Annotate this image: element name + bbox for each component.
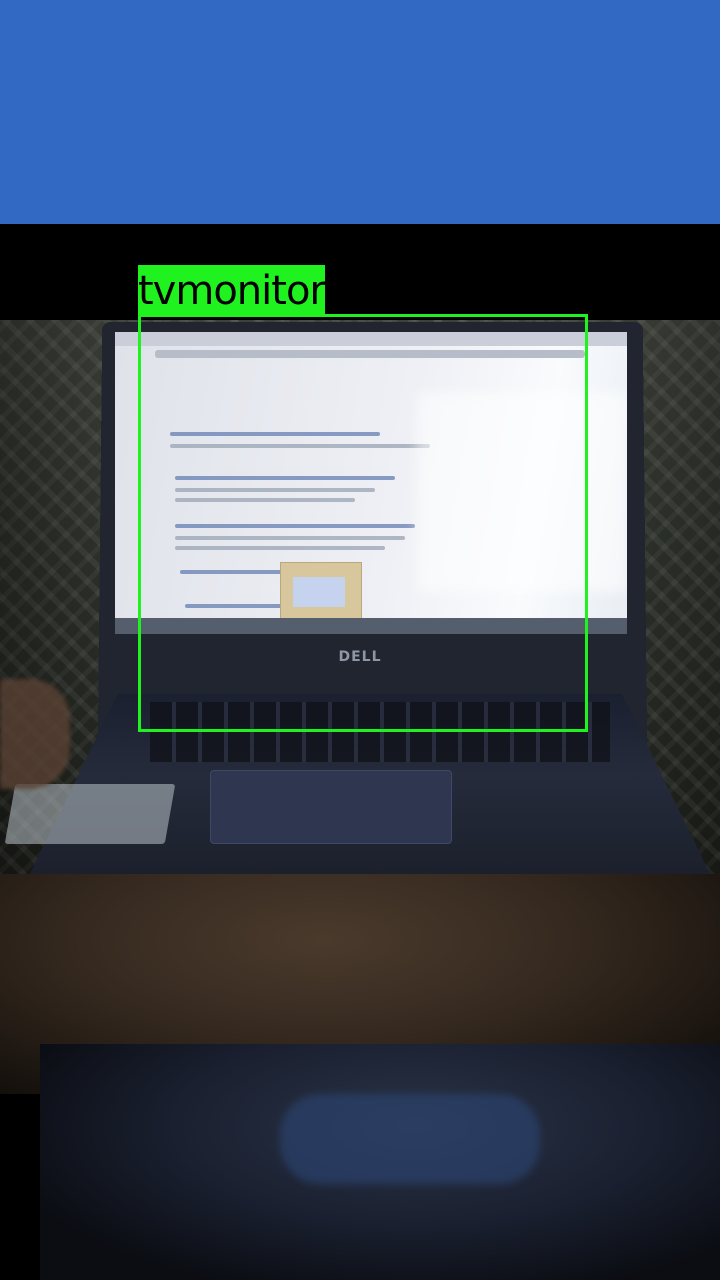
hand: [0, 679, 70, 789]
camera-preview: DELL tvmonitor: [0, 224, 720, 1280]
detection-label-tvmonitor: tvmonitor: [138, 265, 326, 317]
app-bar: [0, 0, 720, 224]
laptop-touchpad: [210, 770, 452, 844]
laptop-sticker: [4, 784, 176, 844]
cloth-highlight: [280, 1094, 540, 1184]
detection-box-tvmonitor: [138, 314, 588, 732]
